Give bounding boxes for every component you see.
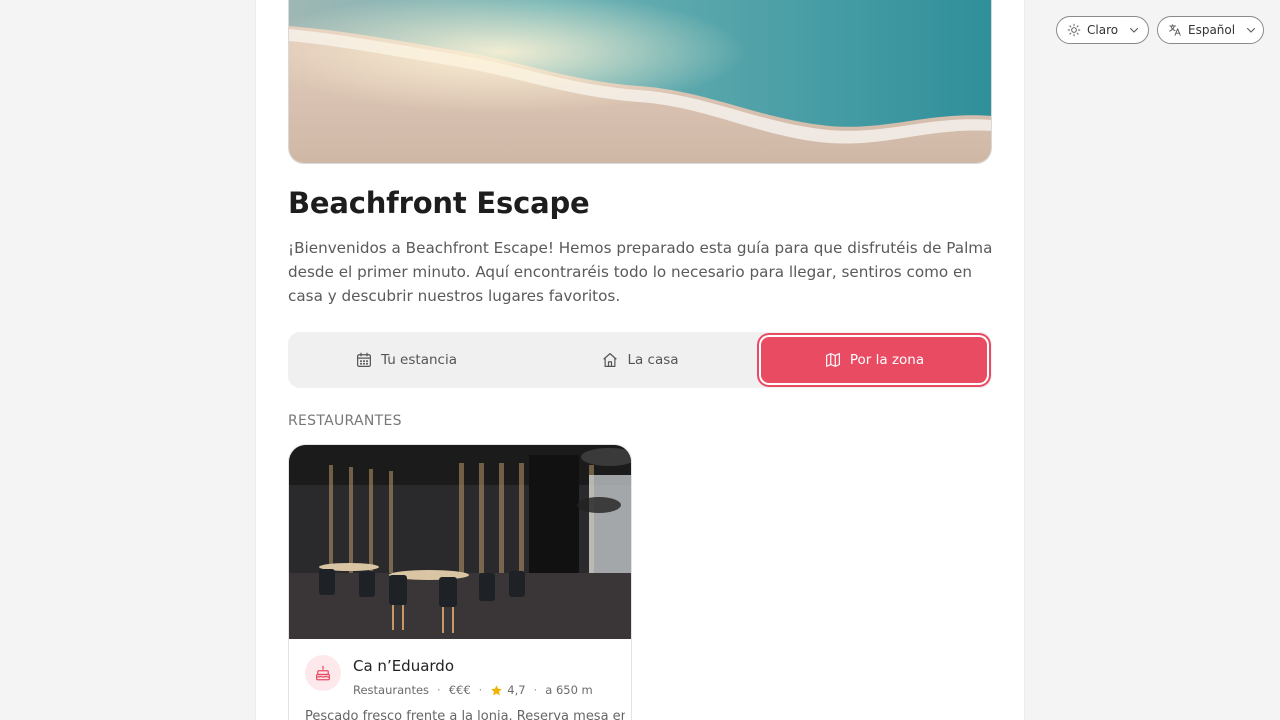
cake-icon — [305, 655, 341, 691]
tab-tu-estancia[interactable]: Tu estancia — [291, 335, 521, 385]
intro-text: ¡Bienvenidos a Beachfront Escape! Hemos … — [288, 239, 993, 305]
translate-icon — [1169, 24, 1181, 36]
language-label: Español — [1188, 23, 1236, 37]
tab-label: Por la zona — [849, 352, 925, 368]
place-distance: a 650 m — [545, 683, 593, 697]
place-name: Ca n’Eduardo — [353, 657, 455, 675]
map-icon — [825, 353, 840, 367]
language-select-button[interactable]: Español — [1157, 16, 1264, 44]
place-rating: 4,7 — [490, 683, 526, 697]
home-icon — [603, 353, 618, 367]
place-category: Restaurantes — [353, 683, 430, 697]
tab-la-casa[interactable]: La casa — [525, 335, 755, 385]
chevron-down-icon — [1247, 28, 1256, 33]
tab-por-la-zona[interactable]: Por la zona — [759, 335, 989, 385]
place-price: €€€ — [448, 683, 471, 697]
star-icon — [491, 684, 503, 695]
place-card[interactable]: Ca n’Eduardo Restaurantes · €€€ · 4,7 · … — [288, 444, 632, 720]
guide-page: Beachfront Escape ¡Bienvenidos a Beachfr… — [256, 0, 1024, 720]
place-meta: Restaurantes · €€€ · 4,7 · a 650 m — [353, 683, 593, 697]
chevron-down-icon — [1130, 28, 1139, 33]
tab-label: Tu estancia — [381, 352, 457, 368]
tab-label: La casa — [627, 352, 679, 368]
separator: · — [437, 683, 441, 697]
section-title: RESTAURANTES — [288, 413, 402, 429]
calendar-icon — [357, 352, 371, 367]
restaurant-photo — [289, 445, 631, 639]
theme-toggle-button[interactable]: Claro — [1056, 16, 1149, 44]
separator: · — [533, 683, 538, 697]
page-title: Beachfront Escape — [288, 186, 590, 220]
section-tabs: Tu estancia La casa Por la zona — [288, 332, 992, 388]
separator: · — [478, 683, 483, 697]
rating-value: 4,7 — [507, 683, 526, 697]
place-description: Pescado fresco frente a la lonja. Reserv… — [305, 709, 625, 720]
hero-image — [288, 0, 992, 164]
theme-label: Claro — [1087, 23, 1119, 37]
sun-icon — [1067, 23, 1081, 37]
